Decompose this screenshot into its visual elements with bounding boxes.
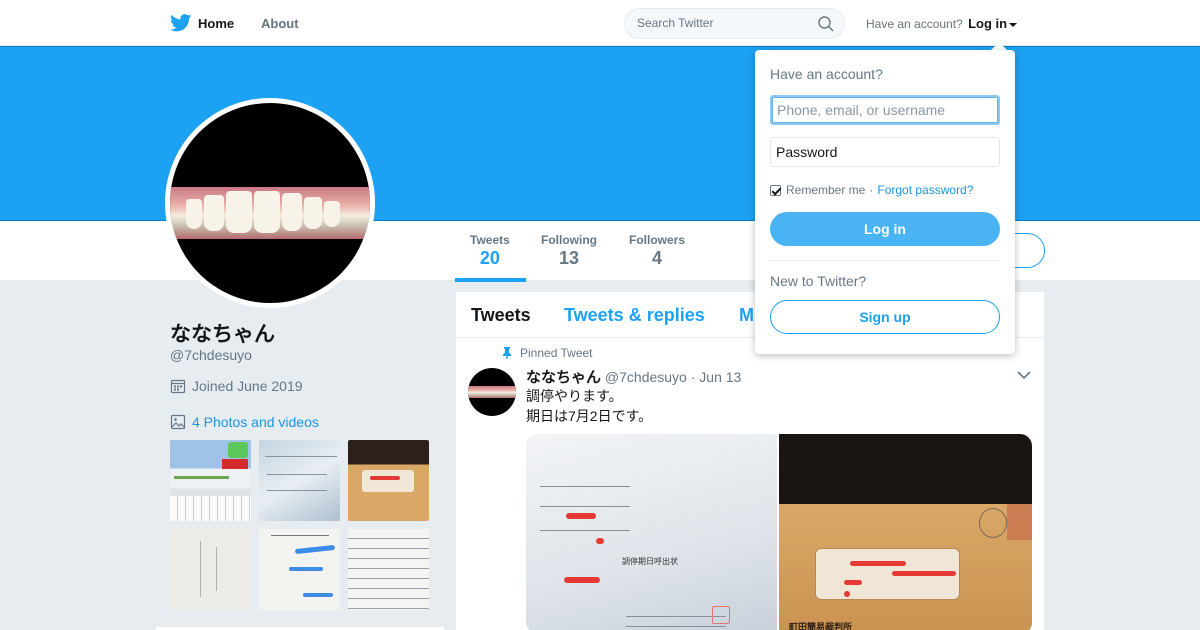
nav-home-label: Home bbox=[198, 15, 235, 31]
have-account-text: Have an account? bbox=[866, 17, 963, 31]
tweet-text: 調停やります。 期日は7月2日です。 bbox=[526, 386, 652, 426]
tab-media[interactable]: M bbox=[739, 305, 754, 326]
profile-name: ななちゃん bbox=[170, 323, 275, 346]
tweet-author-name[interactable]: ななちゃん bbox=[526, 369, 601, 386]
login-dropdown: Have an account? Remember me · Forgot pa… bbox=[755, 50, 1015, 354]
media-photo-summons[interactable]: 調停期日呼出状 bbox=[526, 434, 777, 630]
media-photo-envelope[interactable]: 町田簡易裁判所 bbox=[779, 434, 1032, 630]
pin-icon bbox=[503, 347, 511, 359]
photo-thumbnail[interactable] bbox=[170, 440, 251, 521]
profile-joined: Joined June 2019 bbox=[170, 378, 303, 394]
court-label: 町田簡易裁判所 bbox=[789, 622, 853, 630]
divider bbox=[770, 260, 1000, 261]
new-to-twitter-text: New to Twitter? bbox=[770, 273, 867, 289]
profile-handle[interactable]: @7chdesuyo bbox=[170, 347, 252, 363]
username-field[interactable] bbox=[770, 95, 1000, 125]
signup-button[interactable]: Sign up bbox=[770, 300, 1000, 334]
stat-tweets[interactable]: Tweets 20 bbox=[470, 233, 510, 269]
tweet-media[interactable]: 調停期日呼出状 町田簡易裁判所 bbox=[526, 434, 1032, 630]
tab-tweets[interactable]: Tweets bbox=[471, 305, 531, 326]
forgot-password-link[interactable]: Forgot password? bbox=[877, 183, 973, 197]
joined-text: Joined June 2019 bbox=[192, 378, 303, 394]
dropdown-title: Have an account? bbox=[770, 66, 883, 82]
tab-tweets-replies[interactable]: Tweets & replies bbox=[564, 305, 705, 326]
search-icon[interactable] bbox=[818, 16, 834, 32]
stat-label: Tweets bbox=[470, 233, 510, 247]
nav-home[interactable]: Home bbox=[170, 0, 234, 46]
pinned-label: Pinned Tweet bbox=[502, 346, 593, 360]
photo-icon bbox=[170, 414, 186, 430]
stat-followers[interactable]: Followers 4 bbox=[629, 233, 685, 269]
search-box[interactable] bbox=[624, 8, 845, 39]
tweet-date[interactable]: · Jun 13 bbox=[691, 369, 742, 385]
profile-avatar[interactable] bbox=[165, 98, 375, 308]
avatar-image bbox=[170, 103, 370, 303]
active-stat-underline bbox=[455, 278, 526, 282]
have-account[interactable]: Have an account? Log in bbox=[866, 16, 1018, 31]
photo-thumbnail[interactable] bbox=[348, 440, 429, 521]
twitter-bird-icon bbox=[170, 14, 192, 32]
remember-label[interactable]: Remember me bbox=[786, 183, 865, 197]
tweet-header: ななちゃん @7chdesuyo · Jun 13 bbox=[526, 366, 741, 387]
photos-link-label: 4 Photos and videos bbox=[192, 414, 319, 430]
chevron-down-icon[interactable] bbox=[1017, 370, 1031, 380]
photos-link[interactable]: 4 Photos and videos bbox=[170, 414, 319, 430]
caret-down-icon bbox=[1009, 22, 1018, 27]
tweet-author-handle[interactable]: @7chdesuyo bbox=[605, 369, 687, 385]
photo-thumbnail[interactable] bbox=[259, 529, 340, 610]
calendar-icon bbox=[170, 379, 186, 394]
password-field[interactable] bbox=[770, 137, 1000, 167]
remember-row: Remember me · Forgot password? bbox=[770, 183, 973, 197]
separator-dot: · bbox=[869, 183, 874, 197]
stat-value: 13 bbox=[558, 248, 580, 268]
summons-title: 調停期日呼出状 bbox=[622, 557, 678, 566]
tweet-avatar[interactable] bbox=[468, 368, 516, 416]
login-menu-link[interactable]: Log in bbox=[968, 16, 1007, 31]
photo-thumbnail[interactable] bbox=[259, 440, 340, 521]
remember-checkbox[interactable] bbox=[770, 184, 781, 196]
login-button[interactable]: Log in bbox=[770, 212, 1000, 246]
top-nav: Home About Have an account? Log in bbox=[0, 0, 1200, 46]
stat-following[interactable]: Following 13 bbox=[541, 233, 597, 269]
search-input[interactable] bbox=[637, 16, 812, 30]
nav-about[interactable]: About bbox=[261, 0, 299, 46]
stat-value: 4 bbox=[652, 248, 663, 268]
tweet-text-line: 期日は7月2日です。 bbox=[526, 408, 653, 424]
stat-value: 20 bbox=[479, 248, 500, 268]
tweet-text-line: 調停やります。 bbox=[526, 388, 623, 404]
pinned-text: Pinned Tweet bbox=[520, 346, 593, 360]
stat-label: Followers bbox=[629, 233, 686, 247]
photo-thumbnail[interactable] bbox=[348, 529, 429, 610]
photo-thumbnail[interactable] bbox=[170, 529, 251, 610]
stat-label: Following bbox=[541, 233, 597, 247]
